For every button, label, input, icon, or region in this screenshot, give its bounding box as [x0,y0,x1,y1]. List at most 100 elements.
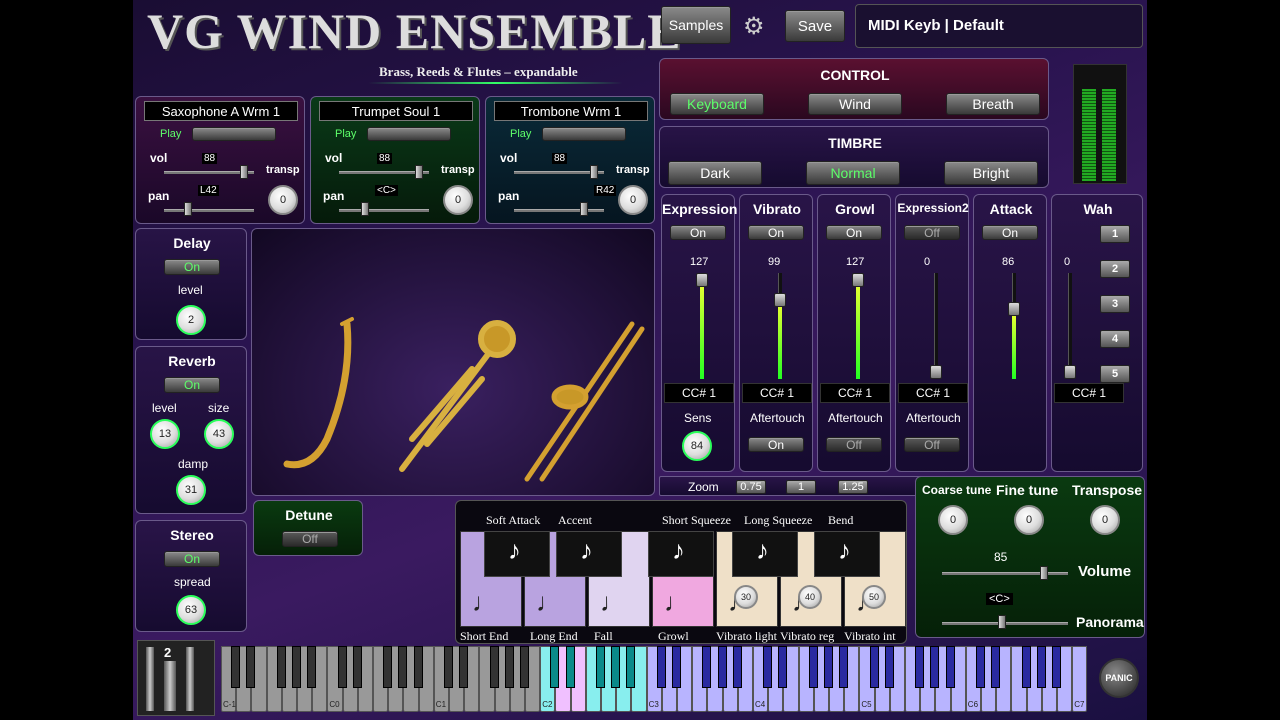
black-key[interactable] [307,646,317,688]
black-key[interactable] [383,646,393,688]
black-key[interactable] [1036,646,1046,688]
black-key[interactable] [976,646,985,688]
mod-cc-3[interactable]: CC# 1 [820,383,890,403]
vibrato-knob-1[interactable]: 30 [734,585,758,609]
mod-state-button-1[interactable]: On [670,225,726,240]
expression-wheel[interactable] [186,647,194,711]
black-key[interactable] [702,646,712,688]
vol-slider-thumb-1[interactable] [240,165,248,179]
wind-button[interactable]: Wind [808,93,902,115]
wah-preset-1[interactable]: 1 [1100,225,1130,243]
black-key[interactable] [596,646,605,688]
pan-slider-2[interactable] [339,209,429,212]
black-key[interactable] [292,646,301,688]
aftertouch-button-3[interactable]: Off [826,437,882,452]
black-key[interactable] [246,646,256,688]
transpose-knob[interactable]: 0 [1090,505,1120,535]
aftertouch-button-4[interactable]: Off [904,437,960,452]
wah-preset-4[interactable]: 4 [1100,330,1130,348]
black-key[interactable] [945,646,955,688]
black-key[interactable] [672,646,681,688]
transp-knob-2[interactable]: 0 [443,185,473,215]
zoom-075-button[interactable]: 0.75 [736,480,766,494]
midi-preset-field[interactable]: MIDI Keyb | Default [855,4,1143,48]
black-key[interactable] [778,646,788,688]
volume-slider[interactable] [942,572,1068,575]
mod-state-button-3[interactable]: On [826,225,882,240]
pan-slider-thumb-3[interactable] [580,202,588,216]
normal-button[interactable]: Normal [806,161,900,185]
reverb-damp-knob[interactable]: 31 [176,475,206,505]
black-key[interactable] [337,646,347,688]
black-key[interactable] [489,646,499,688]
vol-slider-thumb-3[interactable] [590,165,598,179]
mod-cc-6[interactable]: CC# 1 [1054,383,1124,403]
black-key[interactable] [808,646,818,688]
black-key[interactable] [398,646,408,688]
black-key[interactable] [732,646,742,688]
reverb-size-knob[interactable]: 43 [204,419,234,449]
mod-cc-4[interactable]: CC# 1 [898,383,968,403]
save-button[interactable]: Save [785,10,845,42]
black-key[interactable] [231,646,241,688]
pan-slider-thumb-1[interactable] [184,202,192,216]
breath-button[interactable]: Breath [946,93,1040,115]
mod-slider-thumb-6[interactable] [1064,365,1076,379]
coarse-tune-knob[interactable]: 0 [938,505,968,535]
vol-slider-thumb-2[interactable] [415,165,423,179]
delay-level-knob[interactable]: 2 [176,305,206,335]
dark-button[interactable]: Dark [668,161,762,185]
transp-knob-3[interactable]: 0 [618,185,648,215]
instrument-name-3[interactable]: Trombone Wrm 1 [494,101,648,121]
volume-slider-thumb[interactable] [1040,566,1048,580]
mod-cc-1[interactable]: CC# 1 [664,383,734,403]
bright-button[interactable]: Bright [944,161,1038,185]
vibrato-knob-2[interactable]: 40 [798,585,822,609]
black-key[interactable] [763,646,773,688]
black-key[interactable] [717,646,727,688]
wah-preset-3[interactable]: 3 [1100,295,1130,313]
mod-slider-thumb-1[interactable] [696,273,708,287]
black-key[interactable] [1052,646,1061,688]
reverb-on-button[interactable]: On [164,377,220,393]
black-key[interactable] [276,646,286,688]
instrument-name-2[interactable]: Trumpet Soul 1 [319,101,473,121]
mod-state-button-2[interactable]: On [748,225,804,240]
black-key[interactable] [824,646,833,688]
black-key[interactable] [413,646,423,688]
vibrato-knob-3[interactable]: 50 [862,585,886,609]
play-button-1[interactable] [192,127,276,141]
stereo-spread-knob[interactable]: 63 [176,595,206,625]
black-key[interactable] [626,646,636,688]
keyboard-button[interactable]: Keyboard [670,93,764,115]
pan-slider-3[interactable] [514,209,604,212]
zoom-125-button[interactable]: 1.25 [838,480,868,494]
black-key[interactable] [991,646,1001,688]
mod-slider-4[interactable] [934,273,938,379]
aftertouch-button-2[interactable]: On [748,437,804,452]
wah-preset-5[interactable]: 5 [1100,365,1130,383]
pan-slider-1[interactable] [164,209,254,212]
mod-slider-6[interactable] [1068,273,1072,379]
mod-slider-thumb-5[interactable] [1008,302,1020,317]
stereo-on-button[interactable]: On [164,551,220,567]
sens-knob-1[interactable]: 84 [682,431,712,461]
black-key[interactable] [915,646,925,688]
black-key[interactable] [656,646,666,688]
mod-slider-thumb-3[interactable] [852,273,864,287]
reverb-level-knob[interactable]: 13 [150,419,180,449]
black-key[interactable] [869,646,879,688]
black-key[interactable] [839,646,849,688]
instrument-name-1[interactable]: Saxophone A Wrm 1 [144,101,298,121]
transp-knob-1[interactable]: 0 [268,185,298,215]
wah-preset-2[interactable]: 2 [1100,260,1130,278]
mod-cc-2[interactable]: CC# 1 [742,383,812,403]
play-button-2[interactable] [367,127,451,141]
mod-state-button-5[interactable]: On [982,225,1038,240]
black-key[interactable] [459,646,469,688]
gear-icon[interactable]: ⚙ [743,12,765,41]
samples-button[interactable]: Samples [661,6,731,44]
black-key[interactable] [352,646,362,688]
mod-slider-thumb-2[interactable] [774,293,786,308]
black-key[interactable] [504,646,514,688]
